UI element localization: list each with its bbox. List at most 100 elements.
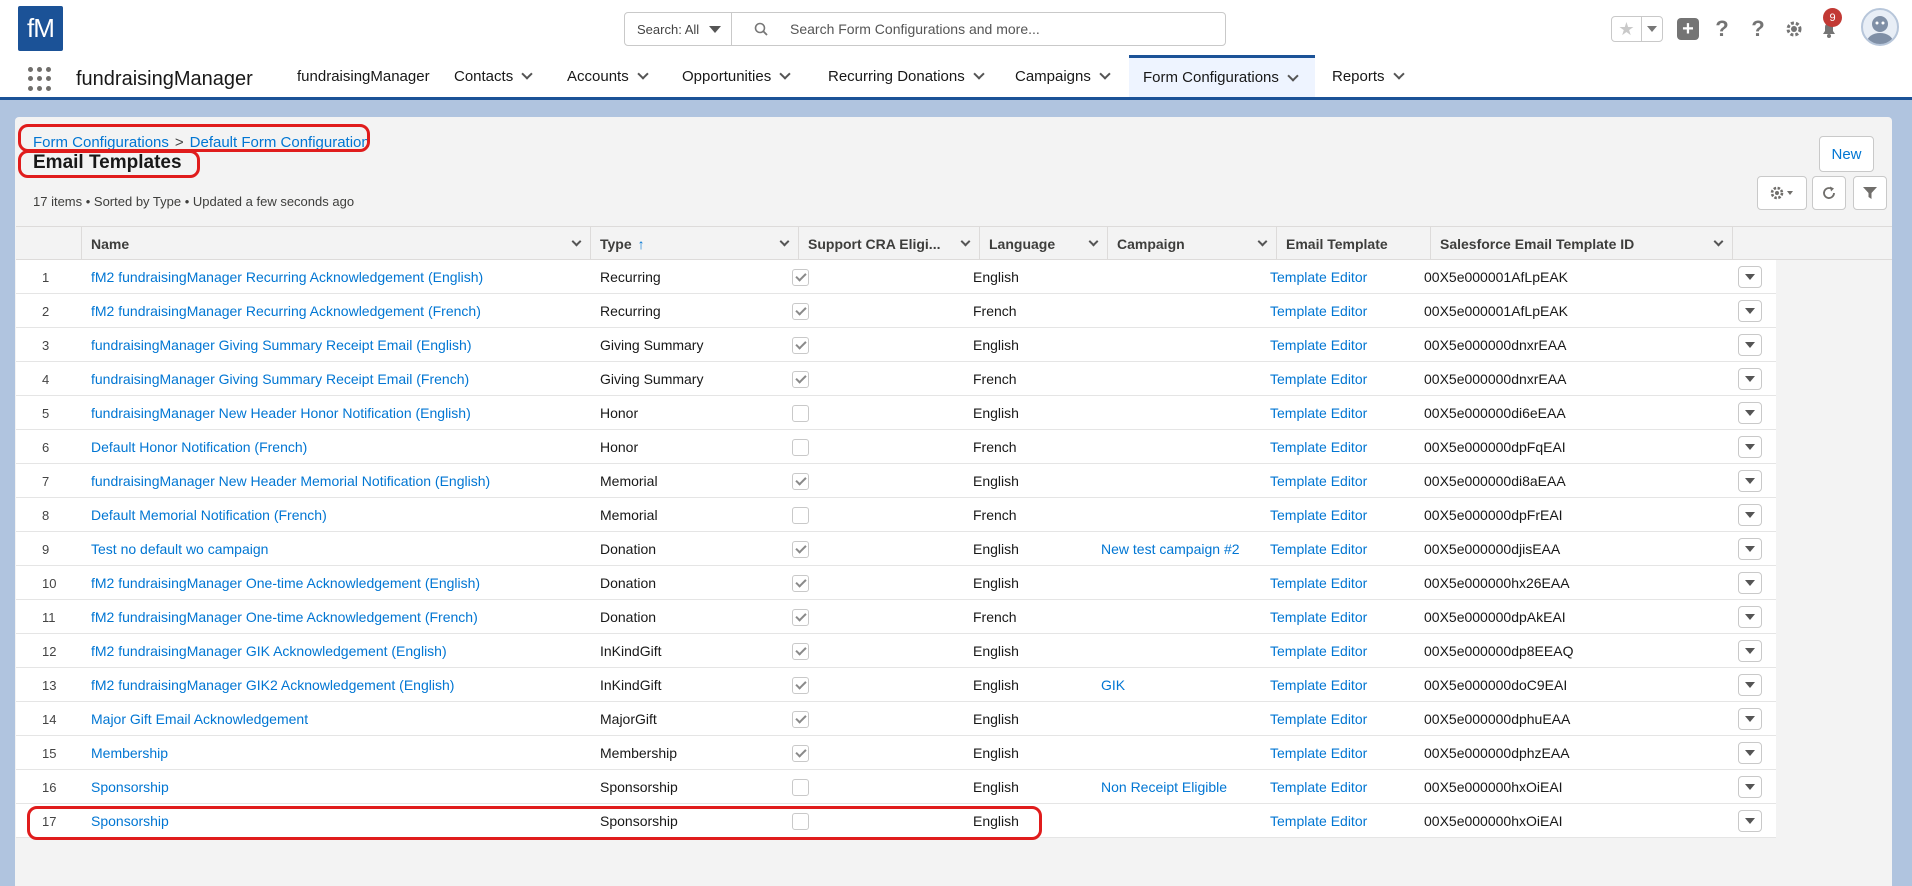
chevron-down-icon[interactable]: [637, 68, 649, 80]
help-icon[interactable]: ?: [1709, 16, 1735, 42]
row-actions-button[interactable]: [1738, 470, 1762, 492]
row-actions-button[interactable]: [1738, 708, 1762, 730]
column-header-campaign[interactable]: Campaign: [1108, 227, 1277, 260]
tab-reports[interactable]: Reports: [1332, 55, 1405, 97]
chevron-down-icon[interactable]: [1099, 68, 1111, 80]
search-scope-select[interactable]: Search: All: [624, 12, 732, 46]
template-name-link[interactable]: Default Memorial Notification (French): [91, 498, 327, 532]
chevron-down-icon[interactable]: [973, 68, 985, 80]
row-actions-button[interactable]: [1738, 334, 1762, 356]
template-editor-link[interactable]: Template Editor: [1270, 532, 1367, 566]
tab-opportunities[interactable]: Opportunities: [682, 55, 791, 97]
template-name-link[interactable]: Sponsorship: [91, 770, 169, 804]
template-editor-link[interactable]: Template Editor: [1270, 294, 1367, 328]
tab-contacts[interactable]: Contacts: [454, 55, 533, 97]
column-header-email-template[interactable]: Email Template: [1277, 227, 1431, 260]
tab-campaigns[interactable]: Campaigns: [1015, 55, 1111, 97]
app-launcher-icon[interactable]: [28, 67, 52, 91]
search-input[interactable]: Search Form Configurations and more...: [731, 12, 1226, 46]
template-editor-link[interactable]: Template Editor: [1270, 702, 1367, 736]
campaign-link[interactable]: Non Receipt Eligible: [1101, 770, 1227, 804]
template-name-link[interactable]: fundraisingManager New Header Honor Noti…: [91, 396, 471, 430]
chevron-down-icon[interactable]: [1392, 68, 1405, 80]
template-editor-link[interactable]: Template Editor: [1270, 396, 1367, 430]
row-actions-button[interactable]: [1738, 504, 1762, 526]
campaign-link[interactable]: New test campaign #2: [1101, 532, 1240, 566]
refresh-button[interactable]: [1812, 176, 1846, 210]
avatar[interactable]: [1861, 8, 1899, 46]
row-actions-button[interactable]: [1738, 436, 1762, 458]
template-name-link[interactable]: Default Honor Notification (French): [91, 430, 307, 464]
chevron-down-icon[interactable]: [571, 236, 582, 247]
chevron-down-icon[interactable]: [521, 68, 533, 80]
breadcrumb-link-default-form-configuration[interactable]: Default Form Configuration: [190, 134, 370, 151]
chevron-down-icon[interactable]: [1257, 236, 1268, 247]
template-name-link[interactable]: fM2 fundraisingManager GIK2 Acknowledgem…: [91, 668, 454, 702]
template-editor-link[interactable]: Template Editor: [1270, 260, 1367, 294]
template-editor-link[interactable]: Template Editor: [1270, 464, 1367, 498]
template-editor-link[interactable]: Template Editor: [1270, 430, 1367, 464]
row-actions-button[interactable]: [1738, 606, 1762, 628]
chevron-down-icon[interactable]: [1088, 236, 1099, 247]
row-actions-button[interactable]: [1738, 742, 1762, 764]
template-name-link[interactable]: fM2 fundraisingManager One-time Acknowle…: [91, 600, 478, 634]
row-actions-button[interactable]: [1738, 776, 1762, 798]
row-actions-button[interactable]: [1738, 674, 1762, 696]
row-actions-button[interactable]: [1738, 810, 1762, 832]
list-settings-button[interactable]: [1757, 176, 1807, 210]
template-name-link[interactable]: fM2 fundraisingManager Recurring Acknowl…: [91, 260, 483, 294]
row-actions-button[interactable]: [1738, 640, 1762, 662]
tab-fundraisingmanager[interactable]: fundraisingManager: [297, 55, 430, 97]
breadcrumb-link-form-configurations[interactable]: Form Configurations: [33, 134, 169, 151]
gear-icon[interactable]: [1781, 16, 1807, 42]
help-icon[interactable]: ?: [1745, 16, 1771, 42]
chevron-down-icon[interactable]: [1713, 236, 1724, 247]
template-name-link[interactable]: fundraisingManager Giving Summary Receip…: [91, 328, 472, 362]
global-actions-plus-icon[interactable]: +: [1677, 18, 1699, 40]
chevron-down-icon[interactable]: [960, 236, 971, 247]
column-header-language[interactable]: Language: [980, 227, 1108, 260]
row-actions-button[interactable]: [1738, 368, 1762, 390]
template-name-link[interactable]: fM2 fundraisingManager GIK Acknowledgeme…: [91, 634, 447, 668]
tab-form-configurations[interactable]: Form Configurations: [1129, 55, 1315, 97]
template-name-link[interactable]: fundraisingManager New Header Memorial N…: [91, 464, 490, 498]
filter-button[interactable]: [1853, 176, 1887, 210]
template-name-link[interactable]: Test no default wo campaign: [91, 532, 268, 566]
new-button[interactable]: New: [1819, 136, 1874, 172]
favorites-control[interactable]: ★: [1611, 16, 1663, 42]
row-actions-button[interactable]: [1738, 300, 1762, 322]
template-name-link[interactable]: fM2 fundraisingManager Recurring Acknowl…: [91, 294, 481, 328]
template-editor-link[interactable]: Template Editor: [1270, 328, 1367, 362]
app-logo[interactable]: fM: [18, 6, 63, 51]
template-editor-link[interactable]: Template Editor: [1270, 668, 1367, 702]
tab-accounts[interactable]: Accounts: [567, 55, 649, 97]
template-editor-link[interactable]: Template Editor: [1270, 804, 1367, 838]
template-editor-link[interactable]: Template Editor: [1270, 634, 1367, 668]
chevron-down-icon[interactable]: [779, 68, 791, 80]
template-name-link[interactable]: Sponsorship: [91, 804, 169, 838]
template-editor-link[interactable]: Template Editor: [1270, 362, 1367, 396]
row-actions-button[interactable]: [1738, 538, 1762, 560]
column-header-type[interactable]: Type ↑: [591, 227, 799, 260]
row-actions-button[interactable]: [1738, 572, 1762, 594]
row-actions-button[interactable]: [1738, 266, 1762, 288]
template-name-link[interactable]: Major Gift Email Acknowledgement: [91, 702, 308, 736]
template-name-link[interactable]: fundraisingManager Giving Summary Receip…: [91, 362, 469, 396]
template-editor-link[interactable]: Template Editor: [1270, 600, 1367, 634]
star-icon[interactable]: ★: [1612, 17, 1642, 41]
campaign-link[interactable]: GIK: [1101, 668, 1125, 702]
template-editor-link[interactable]: Template Editor: [1270, 736, 1367, 770]
column-header-sf-template-id[interactable]: Salesforce Email Template ID: [1431, 227, 1733, 260]
row-actions-button[interactable]: [1738, 402, 1762, 424]
column-header-support-cra[interactable]: Support CRA Eligi...: [799, 227, 980, 260]
template-name-link[interactable]: Membership: [91, 736, 168, 770]
template-editor-link[interactable]: Template Editor: [1270, 498, 1367, 532]
chevron-down-icon[interactable]: [779, 236, 790, 247]
favorites-dropdown[interactable]: [1642, 17, 1662, 41]
template-editor-link[interactable]: Template Editor: [1270, 566, 1367, 600]
chevron-down-icon[interactable]: [1287, 69, 1299, 82]
column-header-name[interactable]: Name: [82, 227, 591, 260]
template-name-link[interactable]: fM2 fundraisingManager One-time Acknowle…: [91, 566, 480, 600]
template-editor-link[interactable]: Template Editor: [1270, 770, 1367, 804]
tab-recurring-donations[interactable]: Recurring Donations: [828, 55, 985, 97]
